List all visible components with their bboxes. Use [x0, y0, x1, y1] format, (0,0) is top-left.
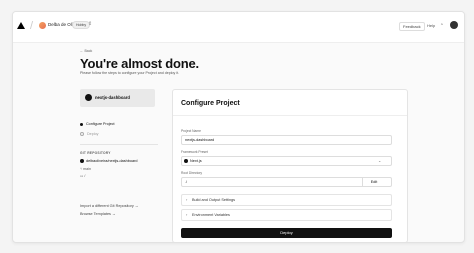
step-label: Configure Project — [86, 122, 115, 126]
build-output-settings-accordion[interactable]: › Build and Output Settings — [181, 194, 392, 206]
breadcrumb-separator: / — [30, 20, 34, 32]
edit-root-directory-button[interactable]: Edit — [362, 177, 385, 187]
accordion-label: Environment Variables — [192, 213, 230, 217]
panel-divider — [173, 115, 407, 116]
repository-name: nextjs-dashboard — [95, 95, 130, 100]
environment-variables-accordion[interactable]: › Environment Variables — [181, 209, 392, 221]
branch-name: main — [83, 167, 91, 171]
import-different-repo-link[interactable]: Import a different Git Repository → — [80, 204, 139, 208]
project-name-input[interactable]: nextjs-dashboard — [181, 135, 392, 145]
accordion-label: Build and Output Settings — [192, 198, 236, 202]
folder-icon: ▭ — [80, 174, 84, 178]
framework-preset-label: Framework Preset — [181, 150, 208, 154]
section-divider — [80, 144, 158, 145]
step-inactive-dot-icon — [80, 132, 84, 137]
chevron-right-icon: › — [186, 212, 188, 217]
step-configure-project: Configure Project — [80, 122, 115, 126]
configure-project-panel: Configure Project Project Name nextjs-da… — [172, 89, 408, 242]
browse-templates-link[interactable]: Browse Templates → — [80, 212, 116, 216]
git-branch-icon: ⑂ — [80, 167, 83, 171]
root-directory-input[interactable]: ./ — [181, 177, 392, 187]
feedback-button[interactable]: Feedback — [399, 22, 425, 31]
help-link[interactable]: Help — [427, 23, 435, 28]
vercel-logo-icon[interactable] — [17, 22, 25, 29]
step-active-dot-icon — [80, 122, 83, 126]
notifications-bell-icon[interactable]: ◔ — [440, 22, 443, 28]
back-link[interactable]: ← Back — [80, 49, 92, 53]
framework-preset-value: Next.js — [190, 159, 202, 163]
repository-card: nextjs-dashboard — [80, 89, 155, 107]
nextjs-icon — [184, 159, 188, 163]
git-repository-label: GIT REPOSITORY — [80, 151, 111, 155]
root-folder: ▭ / — [80, 174, 85, 178]
user-avatar-small — [39, 22, 46, 29]
page-subtitle: Please follow the steps to configure you… — [80, 71, 180, 75]
panel-title: Configure Project — [181, 100, 240, 107]
app-window: / Delba de Oliveira Hobby ⇕ Feedback Hel… — [12, 11, 465, 243]
deploy-button[interactable]: Deploy — [181, 228, 392, 238]
step-label: Deploy — [87, 132, 99, 136]
root-directory-label: Root Directory — [181, 171, 203, 175]
git-branch: ⑂ main — [80, 167, 91, 171]
framework-preset-select[interactable] — [181, 156, 392, 166]
git-repository-link[interactable]: delbaoliveira/nextjs-dashboard — [80, 159, 138, 163]
project-name-label: Project Name — [181, 129, 201, 133]
chevron-right-icon: › — [186, 197, 188, 202]
step-deploy: Deploy — [80, 132, 99, 137]
chevron-down-icon: ⌄ — [378, 158, 382, 163]
page-title: You're almost done. — [80, 56, 199, 71]
user-avatar[interactable] — [450, 21, 458, 29]
top-navigation: / Delba de Oliveira Hobby ⇕ Feedback Hel… — [13, 12, 464, 43]
folder-path: / — [84, 174, 86, 178]
github-icon — [80, 159, 84, 163]
chevron-up-down-icon[interactable]: ⇕ — [88, 21, 92, 27]
git-repository-path: delbaoliveira/nextjs-dashboard — [86, 159, 138, 163]
github-icon — [85, 94, 92, 101]
